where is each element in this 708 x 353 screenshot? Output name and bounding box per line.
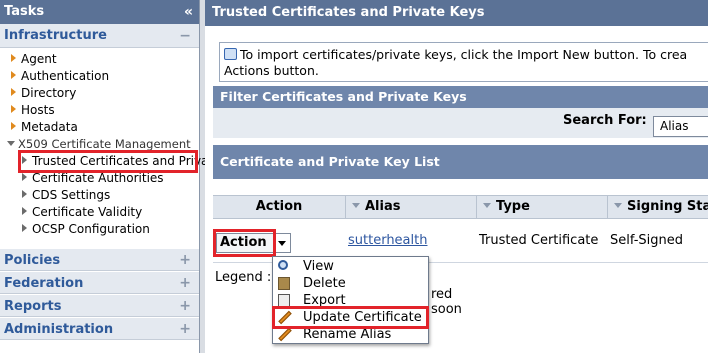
section-administration[interactable]: Administration + (0, 317, 199, 340)
column-type-label: Type (496, 199, 530, 214)
page-title: Trusted Certificates and Private Keys (205, 0, 708, 26)
search-field-select[interactable]: Alias (653, 116, 708, 137)
section-label: Federation (4, 276, 84, 291)
arrow-right-icon (11, 54, 16, 62)
menu-item-delete[interactable]: Delete (273, 275, 428, 292)
cell-signing-status: Self-Signed (610, 233, 684, 248)
column-action: Action (213, 196, 346, 218)
arrow-right-icon (22, 224, 27, 232)
collapsed-sections: Policies + Federation + Reports + Administr… (0, 248, 199, 340)
collapse-icon[interactable]: − (179, 24, 191, 48)
sidebar-item-label: Hosts (21, 103, 55, 117)
magnifier-icon (278, 260, 288, 270)
expand-icon[interactable]: + (179, 249, 191, 272)
menu-item-label: View (303, 259, 334, 274)
tasks-sidebar: Tasks « Infrastructure − Agent Authentic… (0, 0, 221, 353)
infrastructure-nav: Agent Authentication Directory Hosts Met… (0, 48, 221, 238)
sidebar-item-certificate-validity[interactable]: Certificate Validity (0, 204, 199, 221)
arrow-right-icon (11, 122, 16, 130)
menu-item-view[interactable]: View (273, 258, 428, 275)
cell-type: Trusted Certificate (479, 233, 599, 248)
trash-icon (278, 277, 290, 290)
expand-icon[interactable]: + (179, 272, 191, 295)
column-signing-label: Signing Sta (627, 199, 708, 214)
sidebar-item-cds-settings[interactable]: CDS Settings (0, 187, 199, 204)
collapse-sidebar-icon[interactable]: « (184, 0, 193, 24)
menu-item-label: Rename Alias (303, 327, 392, 342)
column-action-label: Action (255, 199, 303, 214)
column-signing-status[interactable]: Signing Sta (608, 196, 708, 218)
info-message: To import certificates/private keys, cli… (219, 42, 708, 82)
alias-link[interactable]: sutterhealth (348, 233, 427, 248)
sort-icon (352, 203, 360, 208)
arrow-down-icon (7, 141, 15, 146)
filter-section-header: Filter Certificates and Private Keys (213, 86, 708, 108)
section-label: Administration (4, 322, 114, 337)
info-line-2: Actions button. (224, 63, 319, 78)
arrow-right-icon (22, 190, 27, 198)
menu-item-label: Delete (303, 276, 346, 291)
section-label: Reports (4, 299, 62, 314)
pencil-icon (278, 327, 292, 342)
section-reports[interactable]: Reports + (0, 294, 199, 317)
sidebar-item-authentication[interactable]: Authentication (0, 68, 199, 85)
sidebar-item-label: CDS Settings (32, 188, 111, 202)
sidebar-item-label: Directory (21, 86, 77, 100)
legend-text-2: soon (431, 302, 462, 317)
column-alias-label: Alias (365, 199, 401, 214)
column-type[interactable]: Type (477, 196, 608, 218)
sort-icon (614, 203, 622, 208)
highlight-action-button (213, 229, 276, 257)
table-header: Action Alias Type Signing Sta (213, 195, 708, 219)
sidebar-item-label: Certificate Authorities (32, 171, 164, 185)
expand-icon[interactable]: + (179, 318, 191, 341)
section-infrastructure-label: Infrastructure (4, 28, 107, 43)
arrow-right-icon (11, 88, 16, 96)
legend-label: Legend : (215, 270, 272, 285)
section-label: Policies (4, 253, 61, 268)
info-icon (224, 48, 237, 60)
sidebar-item-agent[interactable]: Agent (0, 51, 199, 68)
sidebar-item-label: Metadata (21, 120, 78, 134)
section-policies[interactable]: Policies + (0, 248, 199, 271)
sidebar-item-directory[interactable]: Directory (0, 85, 199, 102)
sidebar-item-label: Authentication (21, 69, 110, 83)
arrow-right-icon (22, 173, 27, 181)
expand-icon[interactable]: + (179, 295, 191, 318)
highlight-update-certificate (272, 306, 429, 329)
highlight-trusted-certificates (18, 150, 198, 173)
arrow-right-icon (11, 105, 16, 113)
action-menu: View Delete Export Update Certificate Re… (272, 256, 429, 344)
legend-text-1: red (431, 287, 453, 302)
tasks-title: Tasks (4, 4, 45, 19)
search-row: Search For: Alias (213, 108, 708, 138)
search-label: Search For: (563, 113, 647, 128)
sidebar-item-metadata[interactable]: Metadata (0, 119, 199, 136)
list-section-header: Certificate and Private Key List (213, 145, 708, 179)
tasks-header: Tasks « (0, 0, 199, 24)
arrow-right-icon (11, 71, 16, 79)
sidebar-item-label: X509 Certificate Management (18, 137, 191, 151)
sidebar-item-ocsp-configuration[interactable]: OCSP Configuration (0, 221, 199, 238)
sidebar-item-hosts[interactable]: Hosts (0, 102, 199, 119)
sidebar-item-label: Certificate Validity (32, 205, 143, 219)
info-line-1: To import certificates/private keys, cli… (240, 47, 688, 62)
sidebar-item-label: OCSP Configuration (32, 222, 150, 236)
arrow-right-icon (22, 207, 27, 215)
column-alias[interactable]: Alias (346, 196, 477, 218)
sidebar-item-label: Agent (21, 52, 57, 66)
section-infrastructure[interactable]: Infrastructure − (0, 24, 199, 48)
section-federation[interactable]: Federation + (0, 271, 199, 294)
sort-icon (483, 203, 491, 208)
